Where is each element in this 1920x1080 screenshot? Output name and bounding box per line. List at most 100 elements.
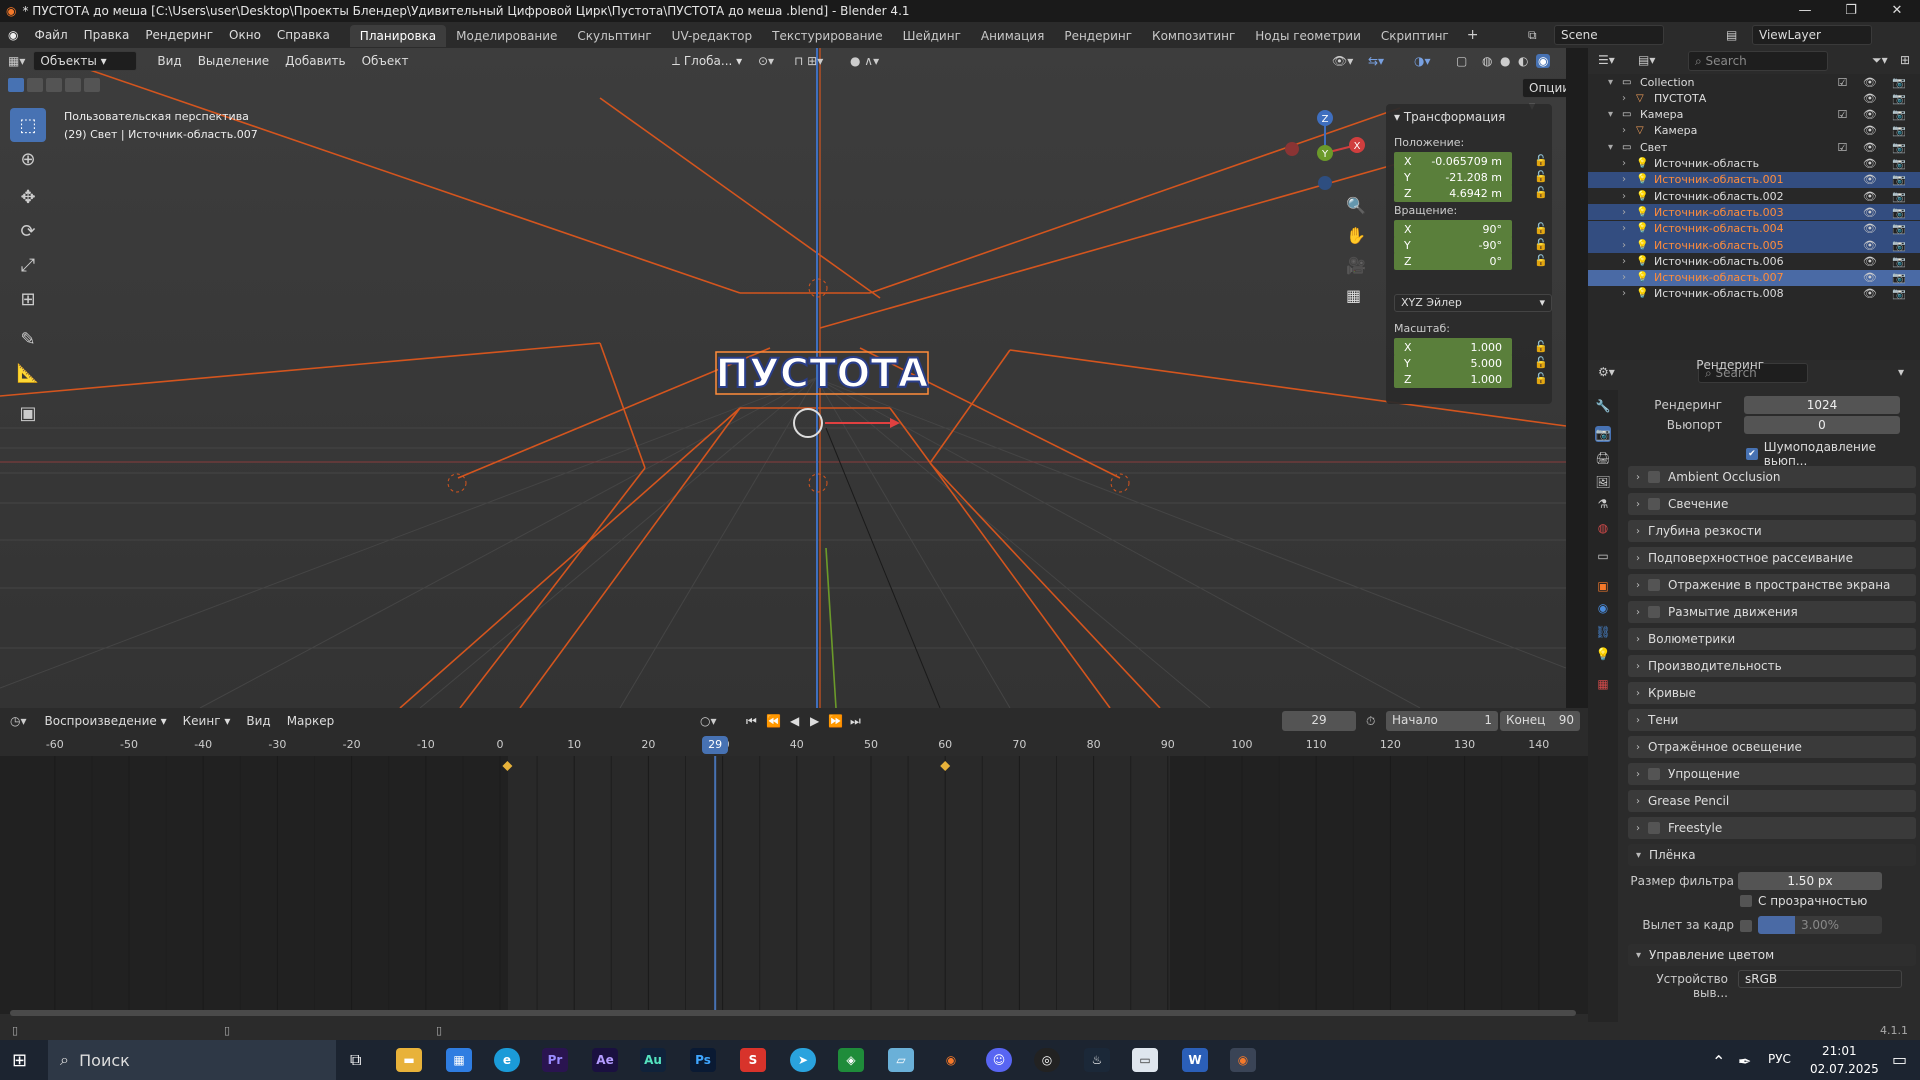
physics-tab-icon[interactable]: ◉ xyxy=(1595,600,1611,616)
outliner-row[interactable]: › 💡 Источник-область.001 👁 📷 xyxy=(1588,171,1920,188)
after-effects-icon[interactable]: Ae xyxy=(592,1048,618,1072)
filter-size-field[interactable]: 1.50 px xyxy=(1738,872,1882,890)
panel-checkbox[interactable] xyxy=(1648,606,1660,618)
constraints-tab-icon[interactable]: ⛓ xyxy=(1595,624,1611,640)
transform-panel-header[interactable]: ▾ Трансформация xyxy=(1394,110,1505,124)
tab-workspace-1[interactable]: Моделирование xyxy=(446,25,567,47)
xray-icon[interactable]: ▢ xyxy=(1456,54,1467,68)
zoom-icon[interactable]: 🔍 xyxy=(1346,196,1366,215)
render-samples-field[interactable]: 1024 xyxy=(1744,396,1900,414)
location-lock-icon[interactable]: 🔓 xyxy=(1534,154,1548,167)
panel-checkbox[interactable] xyxy=(1648,822,1660,834)
tab-workspace-10[interactable]: Скриптинг xyxy=(1371,25,1459,47)
rotate-tool-icon[interactable]: ⟳ xyxy=(10,214,46,248)
orientation-select[interactable]: ⟂ Глоба... ▾ xyxy=(672,54,742,69)
keyframe-diamond[interactable] xyxy=(940,761,951,771)
pen-icon[interactable]: ✒ xyxy=(1738,1052,1751,1071)
tab-workspace-8[interactable]: Композитинг xyxy=(1142,25,1245,47)
outliner-row[interactable]: › 💡 Источник-область.008 👁 📷 xyxy=(1588,286,1920,302)
add-cube-tool-icon[interactable]: ▣ xyxy=(10,396,46,430)
view-layer-tab-icon[interactable]: 🖼 xyxy=(1595,474,1611,490)
panel-1[interactable]: › Свечение xyxy=(1628,493,1916,515)
outliner-row[interactable]: › 💡 Источник-область.002 👁 📷 xyxy=(1588,188,1920,204)
current-frame-field[interactable]: 29 xyxy=(1282,711,1356,731)
expand-chevron-icon[interactable]: › xyxy=(1622,158,1626,169)
tab-workspace-2[interactable]: Скульптинг xyxy=(567,25,661,47)
panel-3[interactable]: › Подповерхностное рассеивание xyxy=(1628,547,1916,569)
object-tab-icon[interactable]: ▣ xyxy=(1595,578,1611,594)
expand-chevron-icon[interactable]: ▾ xyxy=(1608,77,1613,88)
overscan-field[interactable]: 3.00% xyxy=(1758,916,1882,934)
word-icon[interactable]: W xyxy=(1182,1048,1208,1072)
collection-tab-icon[interactable]: ▭ xyxy=(1595,548,1611,564)
viewlayer-field[interactable]: ViewLayer xyxy=(1752,25,1872,45)
outliner-row[interactable]: › 💡 Источник-область.006 👁 📷 xyxy=(1588,253,1920,269)
play-reverse-icon[interactable]: ◀ xyxy=(790,714,799,728)
tab-workspace-5[interactable]: Шейдинг xyxy=(893,25,971,47)
timeline-menu-0[interactable]: Воспроизведение ▾ xyxy=(37,708,175,734)
discord-icon[interactable]: ☺ xyxy=(986,1048,1012,1072)
vpn-shield-icon[interactable]: ◈ xyxy=(838,1048,864,1072)
outliner-row[interactable]: › 💡 Источник-область.005 👁 📷 xyxy=(1588,237,1920,253)
jump-start-icon[interactable]: ⏮ xyxy=(746,714,757,729)
visibility-toggles[interactable]: 👁 📷 xyxy=(1863,222,1912,235)
panel-10[interactable]: › Отражённое освещение xyxy=(1628,736,1916,758)
viewlayer-icon[interactable]: ▤ xyxy=(1726,28,1737,42)
scale-lock-icon[interactable]: 🔓 xyxy=(1534,372,1548,385)
viewport-menu-0[interactable]: Вид xyxy=(149,48,189,74)
select-invert-icon[interactable] xyxy=(65,78,81,92)
visibility-toggles[interactable]: 👁 📷 xyxy=(1863,287,1912,300)
obs-icon[interactable]: ◎ xyxy=(1034,1048,1060,1072)
viewport-menu-1[interactable]: Выделение xyxy=(190,48,277,74)
photoshop-icon[interactable]: Ps xyxy=(690,1048,716,1072)
tab-workspace-4[interactable]: Текстурирование xyxy=(762,25,892,47)
expand-chevron-icon[interactable]: › xyxy=(1622,256,1626,267)
panel-8[interactable]: › Кривые xyxy=(1628,682,1916,704)
navigation-gizmo[interactable]: Z X Y xyxy=(1280,108,1380,208)
tab-workspace-3[interactable]: UV-редактор xyxy=(662,25,762,47)
expand-chevron-icon[interactable]: ▾ xyxy=(1608,142,1613,153)
camera-view-icon[interactable]: 🎥 xyxy=(1346,256,1366,275)
expand-chevron-icon[interactable]: › xyxy=(1622,272,1626,283)
panel-5[interactable]: › Размытие движения xyxy=(1628,601,1916,623)
timeline-ruler[interactable]: -60-50-40-30-20-100102030405060708090100… xyxy=(0,734,1588,756)
panel-9[interactable]: › Тени xyxy=(1628,709,1916,731)
scale-lock-icon[interactable]: 🔓 xyxy=(1534,340,1548,353)
panel-6[interactable]: › Волюметрики xyxy=(1628,628,1916,650)
taskbar-search[interactable]: ⌕ Поиск xyxy=(48,1040,336,1080)
gizmo-toggle-icon[interactable]: ⇆▾ xyxy=(1368,54,1384,68)
blender-menu-icon[interactable]: ◉ xyxy=(0,28,26,42)
pan-hand-icon[interactable]: ✋ xyxy=(1346,226,1366,245)
outliner-row[interactable]: ▾ ▭ Свет ☑ 👁 📷 xyxy=(1588,139,1920,155)
visibility-toggles[interactable]: ☑ 👁 📷 xyxy=(1837,76,1912,89)
outliner-row[interactable]: › ▽ ПУСТОТА 👁 📷 xyxy=(1588,90,1920,106)
frame-end-field[interactable]: Конец 90 xyxy=(1500,711,1580,731)
menu-2[interactable]: Рендеринг xyxy=(137,22,221,48)
snap-icon[interactable]: ⊓ ⊞▾ xyxy=(794,54,823,68)
outliner-editor-icon[interactable]: ☰▾ xyxy=(1598,53,1615,67)
new-collection-icon[interactable]: ⊞ xyxy=(1900,53,1910,67)
language-indicator[interactable]: РУС xyxy=(1768,1052,1791,1066)
rotation-lock-icon[interactable]: 🔓 xyxy=(1534,238,1548,251)
premiere-icon[interactable]: Pr xyxy=(542,1048,568,1072)
visibility-toggles[interactable]: 👁 📷 xyxy=(1863,92,1912,105)
panel-checkbox[interactable] xyxy=(1648,579,1660,591)
rotation-mode-select[interactable]: XYZ Эйлер ▾ xyxy=(1394,294,1552,312)
editor-type-icon[interactable]: ▦▾ xyxy=(0,54,33,68)
expand-chevron-icon[interactable]: › xyxy=(1622,93,1626,104)
scale-lock-icon[interactable]: 🔓 xyxy=(1534,356,1548,369)
next-keyframe-icon[interactable]: ⏩ xyxy=(828,714,843,728)
shading-wire-icon[interactable]: ◍ xyxy=(1482,54,1492,68)
auto-key-icon[interactable]: ○▾ xyxy=(700,714,717,728)
file-explorer-icon[interactable]: ▬ xyxy=(396,1048,422,1072)
outliner-row[interactable]: ▾ ▭ Камера ☑ 👁 📷 xyxy=(1588,107,1920,123)
visibility-toggles[interactable]: ☑ 👁 📷 xyxy=(1837,141,1912,154)
output-tab-icon[interactable]: 🖨 xyxy=(1595,450,1611,466)
keyframe-diamond[interactable] xyxy=(502,761,513,771)
notes-app-icon[interactable]: ▱ xyxy=(888,1048,914,1072)
location-lock-icon[interactable]: 🔓 xyxy=(1534,186,1548,199)
panel-checkbox[interactable] xyxy=(1648,471,1660,483)
rotation-lock-icon[interactable]: 🔓 xyxy=(1534,254,1548,267)
minimize-button[interactable]: — xyxy=(1782,0,1828,22)
location-z-field[interactable]: Z 4.6942 m xyxy=(1394,184,1512,202)
